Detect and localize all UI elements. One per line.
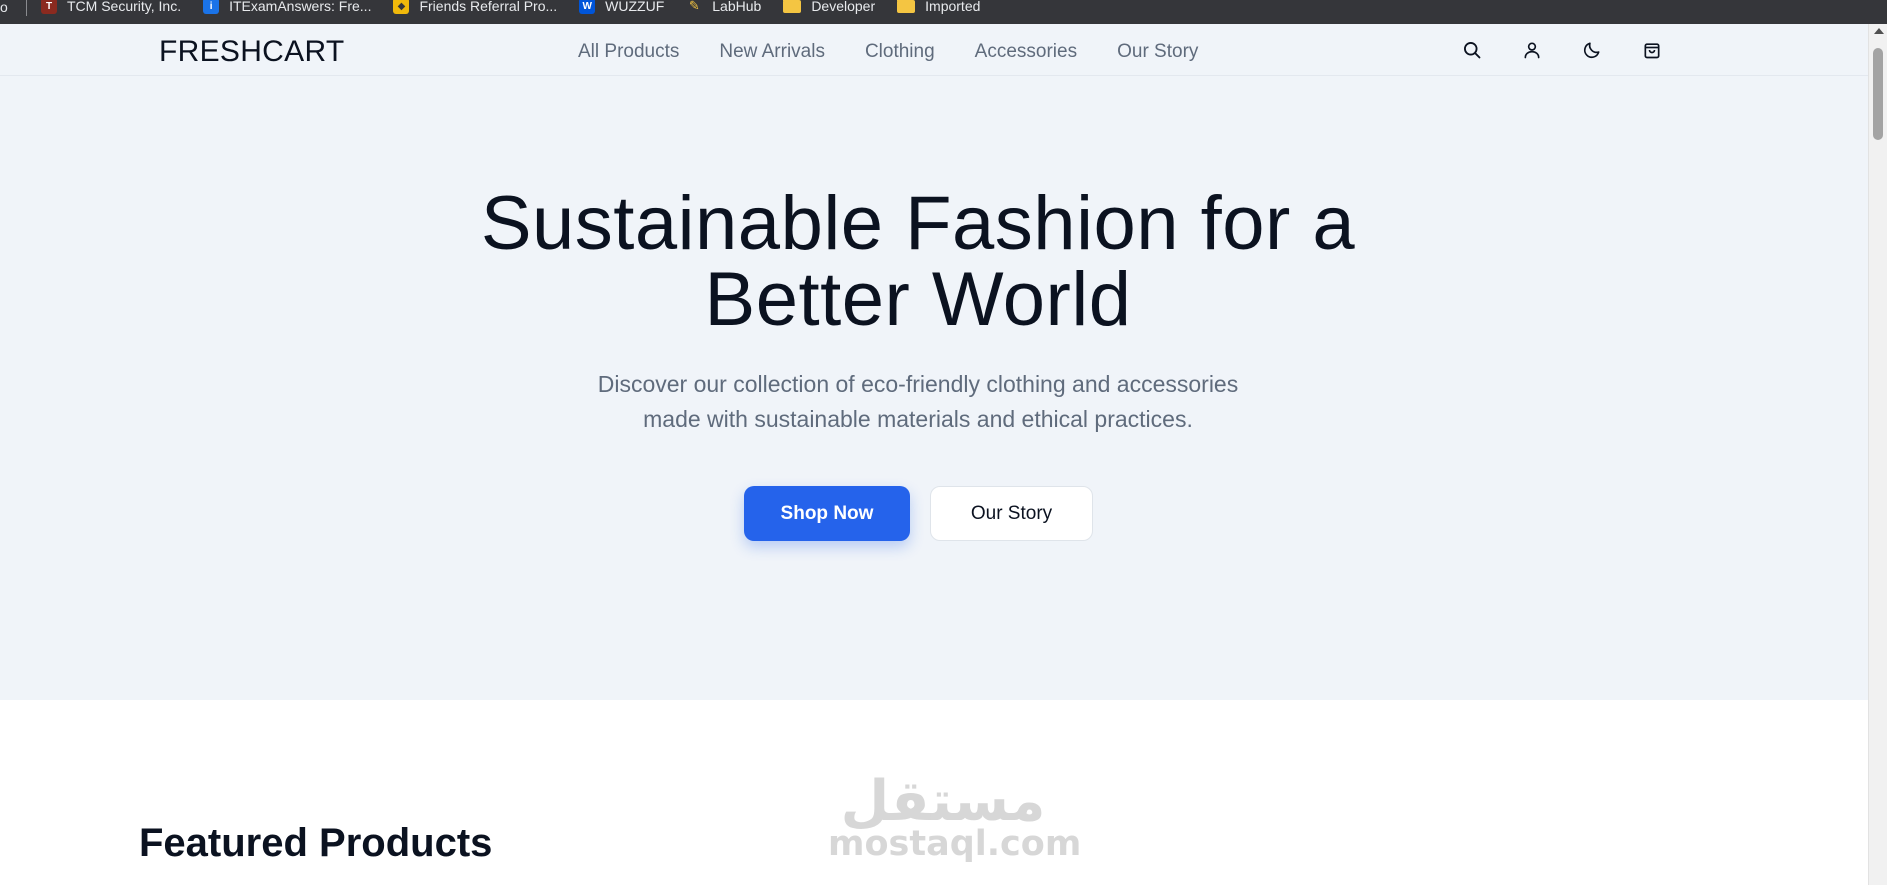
user-icon: [1524, 42, 1540, 59]
binance-icon: ◆: [393, 0, 410, 14]
search-button[interactable]: [1460, 38, 1484, 62]
page: FRESHCART All Products New Arrivals Clot…: [0, 24, 1868, 885]
bookmark-labhub[interactable]: ✎ LabHub: [686, 0, 762, 14]
shopping-bag-icon: [1644, 43, 1660, 59]
bookmark-label: Imported: [925, 0, 981, 14]
shop-now-button[interactable]: Shop Now: [744, 486, 910, 541]
bookmarks-separator: [26, 0, 27, 16]
theme-toggle-button[interactable]: [1580, 38, 1604, 62]
main-nav: All Products New Arrivals Clothing Acces…: [578, 41, 1198, 63]
hero-subtitle-line1: Discover our collection of eco-friendly …: [597, 371, 1239, 397]
wuzzuf-icon: W: [579, 0, 596, 14]
bookmark-label: LabHub: [712, 0, 762, 14]
bookmarks-edge-icon: o: [0, 0, 8, 15]
bookmark-label: Developer: [811, 0, 876, 14]
hero-title-line2: Better World: [704, 257, 1132, 342]
hero-title: Sustainable Fashion for a Better World: [0, 186, 1836, 338]
bookmark-folder-imported[interactable]: Imported: [897, 0, 980, 14]
nav-our-story[interactable]: Our Story: [1117, 41, 1198, 63]
hero-subtitle-line2: made with sustainable materials and ethi…: [643, 406, 1193, 432]
watermark: مستقل mostaql.com: [828, 769, 1082, 864]
tcm-icon: T: [41, 0, 57, 14]
watermark-latin: mostaql.com: [828, 824, 1082, 864]
hero-subtitle: Discover our collection of eco-friendly …: [0, 367, 1836, 437]
bookmarks-bar: o T TCM Security, Inc. i ITExamAnswers: …: [0, 0, 1887, 24]
bookmark-label: ITExamAnswers: Fre...: [229, 0, 372, 14]
bookmark-label: TCM Security, Inc.: [67, 0, 182, 14]
nav-accessories[interactable]: Accessories: [975, 41, 1077, 63]
bookmark-folder-developer[interactable]: Developer: [783, 0, 875, 14]
bookmark-friends-referral[interactable]: ◆ Friends Referral Pro...: [393, 0, 557, 14]
watermark-arabic: مستقل: [840, 769, 1046, 834]
bookmark-label: Friends Referral Pro...: [419, 0, 558, 14]
scroll-up-arrow-icon[interactable]: [1874, 28, 1884, 34]
itexam-icon: i: [203, 0, 220, 14]
bookmark-tcm[interactable]: T TCM Security, Inc.: [41, 0, 181, 14]
moon-icon: [1583, 42, 1600, 59]
hero-title-line1: Sustainable Fashion for a: [480, 181, 1356, 266]
bookmark-itexam[interactable]: i ITExamAnswers: Fre...: [203, 0, 371, 14]
nav-all-products[interactable]: All Products: [578, 41, 679, 63]
nav-clothing[interactable]: Clothing: [865, 41, 935, 63]
folder-icon: [783, 0, 802, 13]
page-scrollbar[interactable]: [1868, 24, 1887, 885]
scroll-thumb[interactable]: [1873, 48, 1883, 140]
labhub-icon: ✎: [688, 0, 700, 13]
account-button[interactable]: [1520, 38, 1544, 62]
hero-section: Sustainable Fashion for a Better World D…: [0, 76, 1868, 700]
featured-products-heading: Featured Products: [139, 821, 493, 865]
search-icon: [1464, 42, 1481, 59]
cart-button[interactable]: [1640, 38, 1664, 62]
header-actions: [1460, 38, 1664, 62]
site-logo[interactable]: FRESHCART: [159, 35, 345, 69]
our-story-button[interactable]: Our Story: [930, 486, 1093, 541]
folder-icon: [897, 0, 916, 13]
site-header: FRESHCART All Products New Arrivals Clot…: [0, 24, 1868, 76]
nav-new-arrivals[interactable]: New Arrivals: [719, 41, 825, 63]
bookmark-label: WUZZUF: [605, 0, 665, 14]
bookmark-wuzzuf[interactable]: W WUZZUF: [579, 0, 664, 14]
